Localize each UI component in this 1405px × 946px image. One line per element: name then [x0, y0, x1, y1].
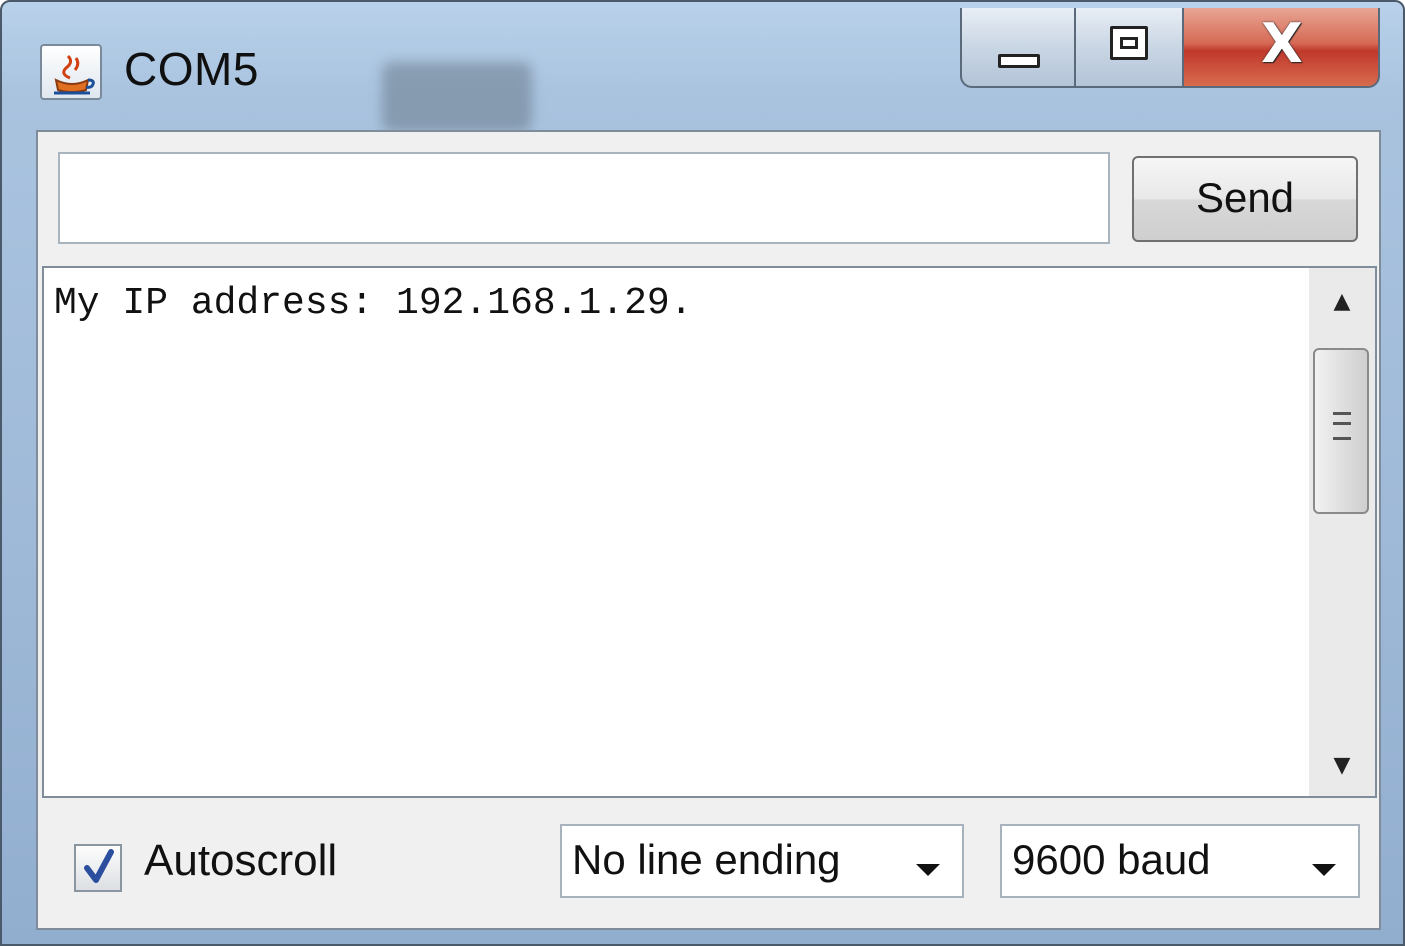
scroll-up-icon[interactable]: ▲	[1309, 272, 1375, 332]
java-cup-icon	[40, 44, 102, 100]
send-button[interactable]: Send	[1132, 156, 1358, 242]
autoscroll-checkbox[interactable]	[74, 844, 122, 892]
close-icon: X	[1261, 12, 1303, 75]
line-ending-select[interactable]: No line ending	[560, 824, 964, 898]
scroll-down-icon[interactable]: ▼	[1309, 736, 1375, 796]
serial-output[interactable]: My IP address: 192.168.1.29. ▲ ▼	[42, 266, 1377, 798]
output-line: My IP address: 192.168.1.29.	[54, 282, 693, 325]
autoscroll-label: Autoscroll	[144, 836, 338, 885]
maximize-button[interactable]	[1076, 8, 1184, 88]
grip-icon	[1333, 412, 1351, 440]
scroll-thumb[interactable]	[1313, 348, 1369, 514]
vertical-scrollbar[interactable]: ▲ ▼	[1309, 268, 1375, 796]
baud-rate-value: 9600 baud	[1012, 836, 1211, 883]
window-title: COM5	[124, 43, 259, 95]
chevron-down-icon	[916, 864, 940, 876]
serial-monitor-window: COM5 X Send My IP address: 192.168.1.29.…	[0, 0, 1405, 946]
caption-buttons: X	[960, 8, 1380, 92]
client-area: Send My IP address: 192.168.1.29. ▲ ▼ Au…	[36, 130, 1381, 930]
minimize-icon	[998, 54, 1040, 68]
baud-rate-select[interactable]: 9600 baud	[1000, 824, 1360, 898]
line-ending-value: No line ending	[572, 836, 841, 883]
checkmark-icon	[84, 849, 114, 883]
footer-bar: Autoscroll No line ending 9600 baud	[38, 798, 1379, 928]
close-button[interactable]: X	[1184, 8, 1380, 88]
chevron-down-icon	[1312, 864, 1336, 876]
send-input[interactable]	[58, 152, 1110, 244]
minimize-button[interactable]	[960, 8, 1076, 88]
maximize-icon	[1110, 26, 1148, 60]
